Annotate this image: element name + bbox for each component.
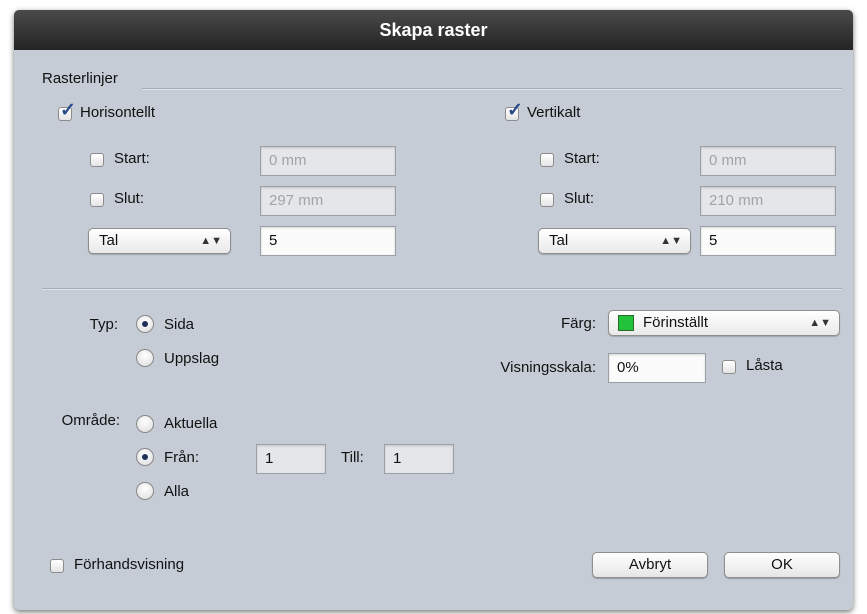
vertical-mode-value: Tal xyxy=(549,232,569,249)
vertical-end-checkbox[interactable] xyxy=(540,193,554,207)
range-label: Område: xyxy=(61,412,120,429)
vertical-checkbox[interactable]: ✓ xyxy=(505,101,523,121)
vertical-mode-select[interactable]: Tal ▲▼ xyxy=(538,228,691,254)
ok-button[interactable]: OK xyxy=(724,552,840,578)
horizontal-start-checkbox[interactable] xyxy=(90,153,104,167)
type-label: Typ: xyxy=(89,316,118,333)
range-to-field[interactable]: 1 xyxy=(384,444,454,474)
vertical-start-field[interactable]: 0 mm xyxy=(700,146,836,176)
horizontal-start-field[interactable]: 0 mm xyxy=(260,146,396,176)
vertical-start-checkbox[interactable] xyxy=(540,153,554,167)
updown-arrows-icon: ▲▼ xyxy=(200,235,222,247)
range-current-label: Aktuella xyxy=(164,415,218,432)
type-spread-radio[interactable] xyxy=(136,349,154,367)
vertical-end-field[interactable]: 210 mm xyxy=(700,186,836,216)
vertical-start-label: Start: xyxy=(564,150,600,167)
range-all-label: Alla xyxy=(164,483,190,500)
range-from-field[interactable]: 1 xyxy=(256,444,326,474)
radio-dot-icon xyxy=(142,321,148,327)
horizontal-mode-select[interactable]: Tal ▲▼ xyxy=(88,228,231,254)
color-select[interactable]: Förinställt ▲▼ xyxy=(608,310,840,336)
scale-field[interactable]: 0% xyxy=(608,353,706,383)
create-grid-dialog: Skapa raster Rasterlinjer ✓ Horisontellt… xyxy=(14,10,853,610)
vertical-end-label: Slut: xyxy=(564,190,595,207)
type-page-label: Sida xyxy=(164,316,195,333)
dialog-title: Skapa raster xyxy=(14,10,853,50)
updown-arrows-icon: ▲▼ xyxy=(809,317,831,329)
vertical-label: Vertikalt xyxy=(527,104,581,121)
preview-checkbox[interactable] xyxy=(50,559,64,573)
range-all-radio[interactable] xyxy=(136,482,154,500)
horizontal-end-label: Slut: xyxy=(114,190,145,207)
middle-separator xyxy=(42,288,842,290)
checkmark-icon: ✓ xyxy=(60,100,76,121)
locked-checkbox[interactable] xyxy=(722,360,736,374)
scale-label: Visningsskala: xyxy=(500,359,596,376)
color-label: Färg: xyxy=(560,315,596,332)
range-from-radio[interactable] xyxy=(136,448,154,466)
gridlines-separator xyxy=(142,88,842,90)
radio-dot-icon xyxy=(142,454,148,460)
horizontal-end-field[interactable]: 297 mm xyxy=(260,186,396,216)
cancel-button[interactable]: Avbryt xyxy=(592,552,708,578)
updown-arrows-icon: ▲▼ xyxy=(660,235,682,247)
locked-label: Låsta xyxy=(746,357,783,374)
type-page-radio[interactable] xyxy=(136,315,154,333)
color-value: Förinställt xyxy=(643,314,709,331)
horizontal-end-checkbox[interactable] xyxy=(90,193,104,207)
horizontal-mode-value: Tal xyxy=(99,232,119,249)
range-from-label: Från: xyxy=(164,449,200,466)
horizontal-start-label: Start: xyxy=(114,150,150,167)
gridlines-section-label: Rasterlinjer xyxy=(42,70,118,87)
horizontal-checkbox[interactable]: ✓ xyxy=(58,101,76,121)
horizontal-count-field[interactable]: 5 xyxy=(260,226,396,256)
range-current-radio[interactable] xyxy=(136,415,154,433)
preview-label: Förhandsvisning xyxy=(74,556,185,573)
horizontal-label: Horisontellt xyxy=(80,104,156,121)
type-spread-label: Uppslag xyxy=(164,350,220,367)
color-swatch xyxy=(618,315,634,331)
range-to-label: Till: xyxy=(341,449,364,466)
vertical-count-field[interactable]: 5 xyxy=(700,226,836,256)
checkmark-icon: ✓ xyxy=(507,100,523,121)
